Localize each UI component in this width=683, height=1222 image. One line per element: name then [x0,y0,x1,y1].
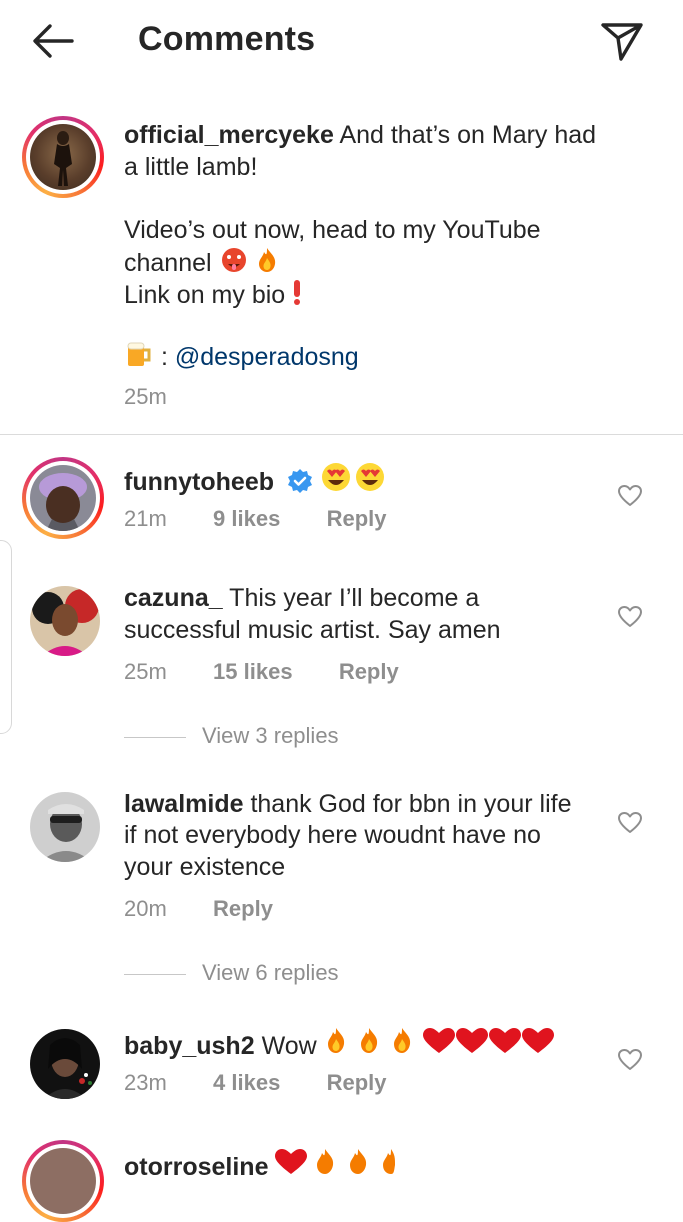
fire-emoji-icon [259,248,276,272]
comment-2-reply-button[interactable]: Reply [339,659,399,684]
comment-1-line: funnytoheeb [124,461,386,499]
comment-1-meta: 21m 9 likes Reply [124,506,387,532]
caption-line-6: : @desperadosng [124,340,359,374]
caption-line-2: a little lamb! [124,153,258,181]
comment-5-username[interactable]: otorroseline [124,1153,268,1181]
heart-eyes-emoji-icon [321,463,384,491]
caption-channel-text: channel [124,249,212,277]
hot-face-emoji-icon [221,248,246,272]
comment-2-likes[interactable]: 15 likes [213,659,293,684]
avatar-baby-ush2[interactable] [30,1029,100,1099]
heart-outline-icon[interactable] [617,484,643,508]
view-replies-button[interactable]: View 3 replies [124,723,339,749]
replies-line [124,973,186,975]
caption-line-1: official_mercyeke And that’s on Mary had [124,120,596,152]
arrow-left-icon[interactable] [28,18,78,64]
comment-2-time: 25m [124,659,167,684]
comment-4-username[interactable]: baby_ush2 [124,1032,255,1060]
avatar-otorroseline[interactable] [22,1140,104,1222]
paper-plane-icon[interactable] [598,18,646,64]
comment-3-line-3: your existence [124,853,286,881]
comment-3-line-2: if not everybody here woudnt have no [124,821,541,849]
comment-4-reply-button[interactable]: Reply [327,1070,387,1095]
comment-4-meta: 23m 4 likes Reply [124,1070,387,1096]
avatar-lawalmide[interactable] [30,792,100,862]
verified-badge-icon [287,469,312,493]
comment-5-line: otorroseline [124,1146,396,1184]
caption-username[interactable]: official_mercyeke [124,121,334,149]
caption-line-3: Video’s out now, head to my YouTube [124,216,541,244]
heart-outline-icon[interactable] [617,1048,643,1072]
comment-1-likes[interactable]: 9 likes [213,506,280,531]
beer-mug-emoji-icon [127,342,151,366]
view-replies-button[interactable]: View 6 replies [124,960,339,986]
replies-line [124,736,186,738]
heart-outline-icon[interactable] [617,811,643,835]
caption-colon: : [160,343,168,371]
comment-4-time: 23m [124,1070,167,1095]
comment-1-time: 21m [124,506,167,531]
divider [0,434,683,435]
comment-1-reply-button[interactable]: Reply [327,506,387,531]
caption-timestamp: 25m [124,384,167,409]
header-bar: Comments [0,0,683,82]
heart-and-fire-emojis-icon [275,1149,396,1174]
caption-text: And that’s on Mary had [339,121,597,149]
heart-outline-icon[interactable] [617,605,643,629]
comment-3-time: 20m [124,896,167,921]
comment-4-line: baby_ush2 Wow [124,1025,554,1063]
caption-line-4: channel [124,246,279,280]
avatar-official-mercyeke[interactable] [22,116,104,198]
comment-3-text-1: thank God for bbn in your life [250,790,572,818]
comment-3-reply-button[interactable]: Reply [213,896,273,921]
page-title: Comments [138,20,316,58]
caption-line-5: Link on my bio [124,278,302,312]
comment-2-line-1: cazuna_ This year I’ll become a [124,583,479,615]
comment-3-line-1: lawalmide thank God for bbn in your life [124,789,571,821]
comment-1-username[interactable]: funnytoheeb [124,468,274,496]
comment-4-likes[interactable]: 4 likes [213,1070,280,1095]
view-replies-label: View 3 replies [202,723,339,748]
comment-3-username[interactable]: lawalmide [124,790,244,818]
avatar-cazuna[interactable] [30,586,100,656]
exclamation-emoji-icon [294,280,301,305]
caption-link-text: Link on my bio [124,281,286,309]
side-panel-edge [0,540,12,734]
comment-2-text-1: This year I’ll become a [229,584,480,612]
comment-3-meta: 20m Reply [124,896,273,922]
mention-link[interactable]: @desperadosng [175,343,359,371]
comment-2-username[interactable]: cazuna_ [124,584,223,612]
view-replies-label: View 6 replies [202,960,339,985]
avatar-funnytoheeb[interactable] [22,457,104,539]
comment-4-text: Wow [261,1032,317,1060]
comment-2-meta: 25m 15 likes Reply [124,659,399,685]
fire-and-heart-emojis-icon [327,1028,554,1053]
comment-2-line-2: successful music artist. Say amen [124,616,501,644]
